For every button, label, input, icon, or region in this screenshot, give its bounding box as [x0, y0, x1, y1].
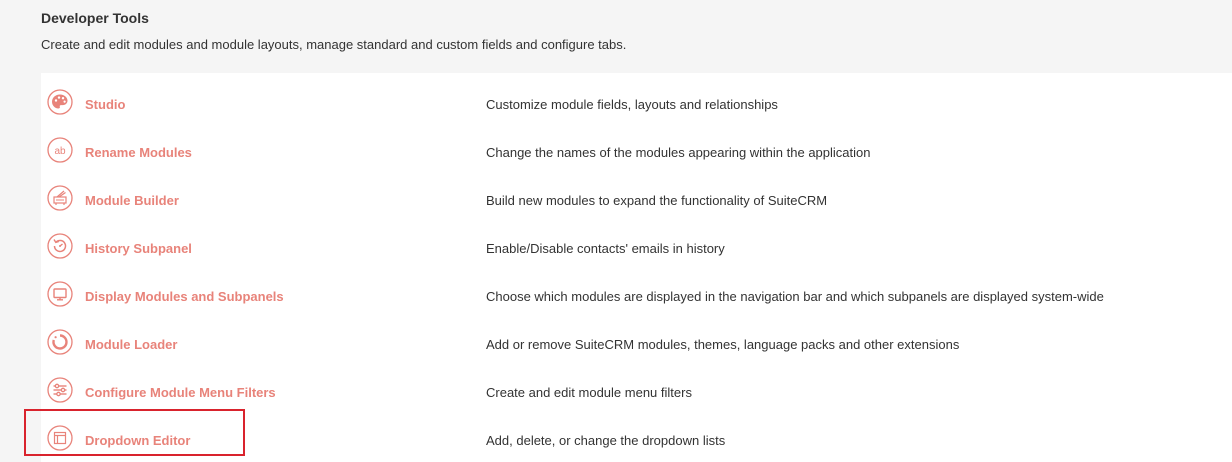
dropdown-editor-icon[interactable]: [47, 425, 73, 451]
tool-description-rename-modules: Change the names of the modules appearin…: [486, 145, 871, 160]
section-title: Developer Tools: [41, 10, 149, 26]
tool-link-display-modules[interactable]: Display Modules and Subpanels: [85, 289, 284, 304]
tool-description-studio: Customize module fields, layouts and rel…: [486, 97, 778, 112]
filter-sliders-icon[interactable]: [47, 377, 73, 403]
section-description: Create and edit modules and module layou…: [41, 37, 627, 52]
tool-description-menu-filters: Create and edit module menu filters: [486, 385, 692, 400]
monitor-icon[interactable]: [47, 281, 73, 307]
tool-row-menu-filters: Configure Module Menu Filters Create and…: [41, 365, 1232, 413]
tool-link-rename-modules[interactable]: Rename Modules: [85, 145, 192, 160]
tool-row-dropdown-editor: Dropdown Editor Add, delete, or change t…: [41, 413, 1232, 461]
tool-link-module-loader[interactable]: Module Loader: [85, 337, 177, 352]
tool-row-module-builder: Module Builder Build new modules to expa…: [41, 173, 1232, 221]
tool-row-studio: Studio Customize module fields, layouts …: [41, 77, 1232, 125]
tool-description-module-builder: Build new modules to expand the function…: [486, 193, 828, 208]
tool-link-menu-filters[interactable]: Configure Module Menu Filters: [85, 385, 276, 400]
history-icon[interactable]: [47, 233, 73, 259]
svg-text:ab: ab: [54, 146, 66, 157]
tool-description-display-modules: Choose which modules are displayed in th…: [486, 289, 1104, 304]
tool-row-display-modules: Display Modules and Subpanels Choose whi…: [41, 269, 1232, 317]
tool-row-history-subpanel: History Subpanel Enable/Disable contacts…: [41, 221, 1232, 269]
tool-description-dropdown-editor: Add, delete, or change the dropdown list…: [486, 433, 726, 448]
tool-description-module-loader: Add or remove SuiteCRM modules, themes, …: [486, 337, 960, 352]
tool-row-rename-modules: ab Rename Modules Change the names of th…: [41, 125, 1232, 173]
tool-row-module-loader: Module Loader Add or remove SuiteCRM mod…: [41, 317, 1232, 365]
tool-link-history-subpanel[interactable]: History Subpanel: [85, 241, 192, 256]
palette-icon[interactable]: [47, 89, 73, 115]
tool-link-dropdown-editor[interactable]: Dropdown Editor: [85, 433, 190, 448]
tool-description-history-subpanel: Enable/Disable contacts' emails in histo…: [486, 241, 725, 256]
module-loader-icon[interactable]: [47, 329, 73, 355]
rename-icon[interactable]: ab: [47, 137, 73, 163]
developer-tools-panel: Studio Customize module fields, layouts …: [41, 73, 1232, 462]
tool-link-studio[interactable]: Studio: [85, 97, 125, 112]
module-builder-icon[interactable]: [47, 185, 73, 211]
tool-link-module-builder[interactable]: Module Builder: [85, 193, 179, 208]
